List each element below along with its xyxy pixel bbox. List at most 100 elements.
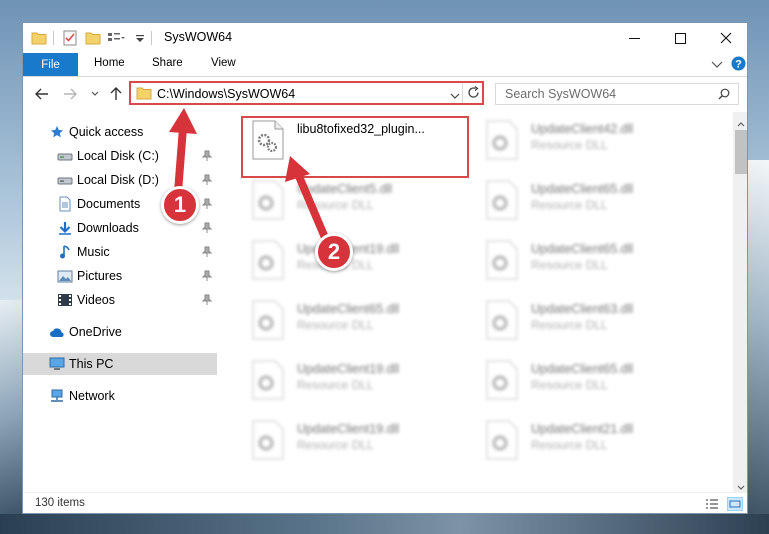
- dll-file-icon: [251, 180, 285, 220]
- minimize-button[interactable]: [611, 23, 657, 53]
- videos-icon: [57, 292, 73, 308]
- nav-pictures[interactable]: Pictures: [23, 265, 217, 287]
- dll-file-icon: [485, 240, 519, 280]
- customize-toolbar-icon[interactable]: [135, 29, 145, 47]
- forward-arrow-icon[interactable]: [61, 85, 79, 103]
- tab-view[interactable]: View: [211, 57, 236, 69]
- search-input[interactable]: Search SysWOW64: [495, 83, 739, 105]
- scroll-up-icon[interactable]: [737, 116, 745, 130]
- file-type: Resource DLL: [297, 438, 374, 452]
- nav-label: Local Disk (D:): [77, 173, 159, 187]
- nav-local-disk-c[interactable]: Local Disk (C:): [23, 145, 217, 167]
- tab-home[interactable]: Home: [94, 57, 125, 69]
- file-item[interactable]: UpdateClient65.dll Resource DLL: [243, 294, 473, 344]
- file-item[interactable]: UpdateClient65.dll Resource DLL: [477, 174, 707, 224]
- pin-icon: [201, 198, 213, 210]
- file-type: Resource DLL: [531, 198, 608, 212]
- wallpaper-bottom: [0, 514, 769, 534]
- nav-label: Downloads: [77, 221, 139, 235]
- nav-videos[interactable]: Videos: [23, 289, 217, 311]
- file-name: UpdateClient19.dll: [297, 362, 400, 376]
- up-arrow-icon[interactable]: [107, 85, 125, 103]
- file-item[interactable]: UpdateClient19.dll Resource DLL: [243, 354, 473, 404]
- status-bar: 130 items: [23, 492, 747, 513]
- tiles-view-icon[interactable]: [727, 497, 743, 511]
- nav-quick-access[interactable]: Quick access: [23, 121, 217, 143]
- nav-label: Quick access: [69, 125, 144, 139]
- pictures-icon: [57, 268, 73, 284]
- file-name: UpdateClient21.dll: [531, 422, 634, 436]
- file-item[interactable]: UpdateClient42.dll Resource DLL: [477, 114, 707, 164]
- download-icon: [57, 220, 73, 236]
- refresh-icon[interactable]: [467, 85, 480, 102]
- file-name: UpdateClient65.dll: [297, 302, 400, 316]
- maximize-button[interactable]: [657, 23, 703, 53]
- file-item[interactable]: UpdateClient63.dll Resource DLL: [477, 294, 707, 344]
- details-view-icon[interactable]: [705, 498, 719, 513]
- title-bar: SysWOW64: [23, 23, 747, 53]
- file-item[interactable]: UpdateClient19.dll Resource DLL: [243, 414, 473, 464]
- dll-file-icon: [485, 360, 519, 400]
- file-name: UpdateClient65.dll: [531, 362, 634, 376]
- cloud-icon: [49, 324, 65, 340]
- address-dropdown-icon[interactable]: [450, 89, 460, 103]
- folder-icon: [136, 86, 152, 103]
- vertical-scrollbar[interactable]: [733, 112, 747, 492]
- nav-label: Network: [69, 389, 115, 403]
- wallpaper-right: [747, 160, 769, 534]
- file-name: UpdateClient19.dll: [297, 422, 400, 436]
- file-type: Resource DLL: [531, 378, 608, 392]
- file-item[interactable]: UpdateClient21.dll Resource DLL: [477, 414, 707, 464]
- nav-onedrive[interactable]: OneDrive: [23, 321, 217, 343]
- recent-locations-icon[interactable]: [86, 85, 104, 103]
- nav-network[interactable]: Network: [23, 385, 217, 407]
- nav-label: Music: [77, 245, 110, 259]
- folder-icon: [31, 29, 47, 47]
- view-options-icon[interactable]: [107, 29, 125, 47]
- pin-icon: [201, 150, 213, 162]
- step-1-badge: 1: [161, 186, 199, 224]
- dll-file-icon: [251, 240, 285, 280]
- svg-text:?: ?: [735, 59, 742, 71]
- file-type: Resource DLL: [531, 438, 608, 452]
- file-type: Resource DLL: [297, 378, 374, 392]
- nav-label: This PC: [69, 357, 114, 371]
- new-folder-icon[interactable]: [85, 29, 101, 47]
- nav-label: Pictures: [77, 269, 123, 283]
- star-icon: [49, 124, 65, 140]
- scrollbar-thumb[interactable]: [735, 130, 747, 174]
- nav-this-pc[interactable]: This PC: [23, 353, 217, 375]
- window-title: SysWOW64: [164, 30, 233, 44]
- help-icon[interactable]: ?: [731, 56, 746, 74]
- address-bar[interactable]: C:\Windows\SysWOW64: [129, 81, 484, 105]
- dll-file-icon: [251, 360, 285, 400]
- nav-music[interactable]: Music: [23, 241, 217, 263]
- pin-icon: [201, 246, 213, 258]
- file-item[interactable]: UpdateClient65.dll Resource DLL: [477, 234, 707, 284]
- file-type: Resource DLL: [297, 318, 374, 332]
- file-type: Resource DLL: [531, 318, 608, 332]
- file-item[interactable]: UpdateClient5.dll Resource DLL: [243, 174, 473, 224]
- pin-icon: [201, 222, 213, 234]
- music-icon: [57, 244, 73, 260]
- file-item[interactable]: UpdateClient19.dll Resource DLL: [243, 234, 473, 284]
- dll-file-icon: [251, 300, 285, 340]
- tab-file[interactable]: File: [23, 53, 78, 76]
- network-icon: [49, 388, 65, 404]
- close-button[interactable]: [703, 23, 747, 53]
- file-item[interactable]: UpdateClient65.dll Resource DLL: [477, 354, 707, 404]
- drive-icon: [57, 172, 73, 188]
- tab-share[interactable]: Share: [152, 57, 183, 69]
- dll-file-icon: [251, 420, 285, 460]
- nav-label: Videos: [77, 293, 115, 307]
- search-placeholder: Search SysWOW64: [505, 87, 617, 101]
- item-count: 130 items: [35, 497, 85, 509]
- wallpaper-left: [0, 300, 22, 534]
- pin-icon: [201, 294, 213, 306]
- computer-icon: [49, 356, 65, 372]
- file-type: Resource DLL: [531, 258, 608, 272]
- expand-ribbon-icon[interactable]: [711, 58, 723, 72]
- properties-icon[interactable]: [63, 29, 77, 47]
- back-arrow-icon[interactable]: [33, 85, 51, 103]
- search-icon[interactable]: [718, 88, 730, 103]
